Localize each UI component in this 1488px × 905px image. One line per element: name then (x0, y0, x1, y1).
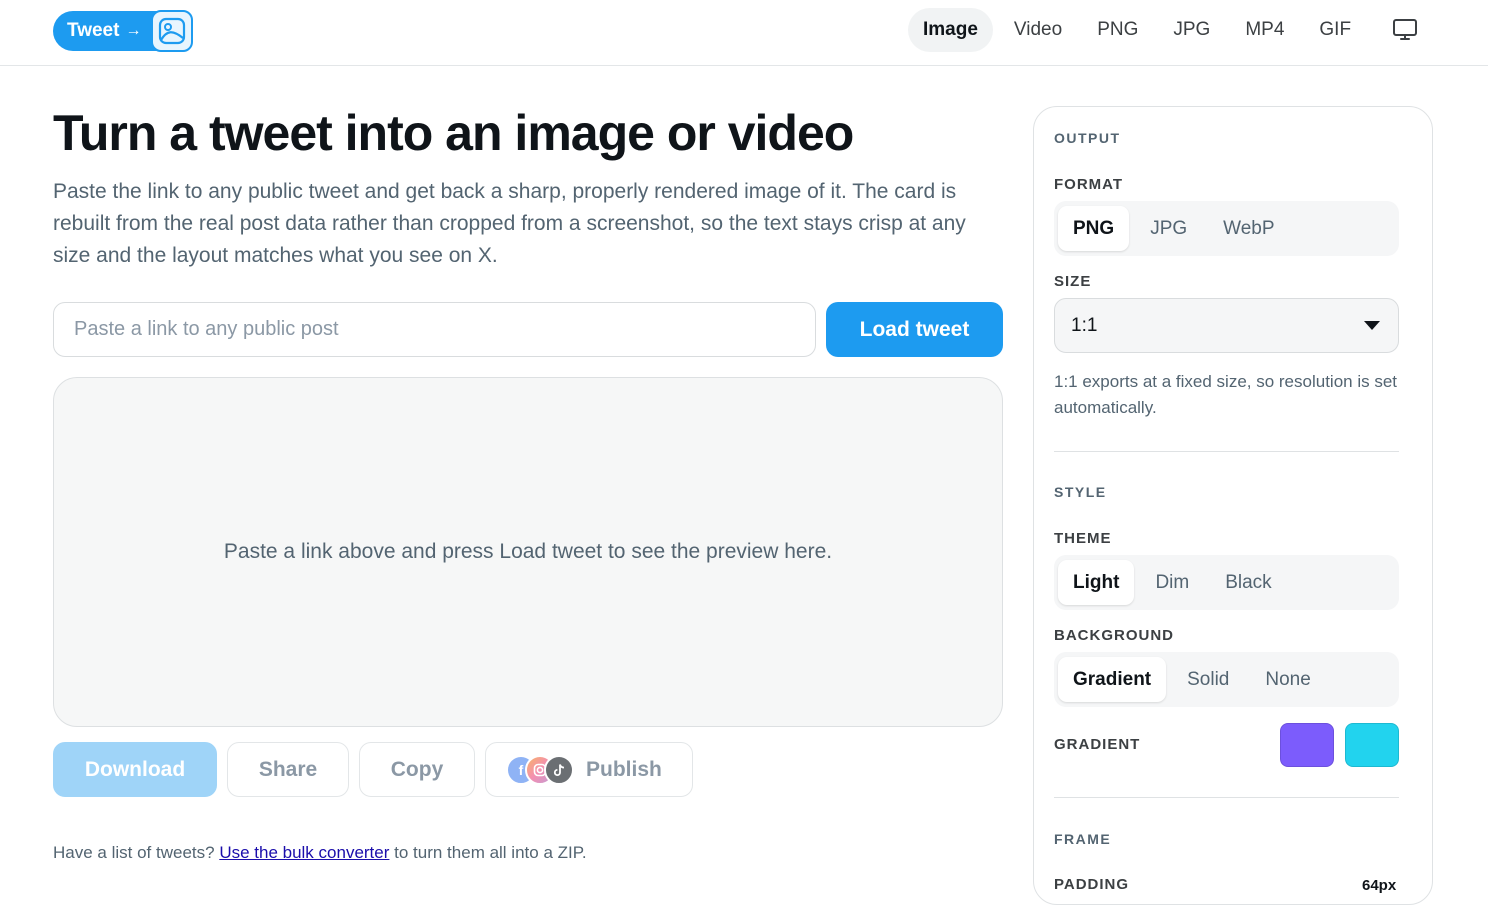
logo[interactable]: Tweet → (53, 10, 194, 52)
format-option-webp[interactable]: WebP (1208, 206, 1289, 251)
section-style: STYLE (1054, 484, 1107, 500)
monitor-icon[interactable] (1392, 18, 1418, 42)
size-select[interactable]: 1:1 (1054, 298, 1399, 353)
divider (1054, 797, 1399, 798)
nav-mp4[interactable]: MP4 (1231, 8, 1298, 52)
preview-placeholder: Paste a link above and press Load tweet … (223, 540, 833, 563)
theme-option-dim[interactable]: Dim (1140, 560, 1204, 605)
main-nav: Image Video PNG JPG MP4 GIF (908, 8, 1372, 52)
theme-selector: Light Dim Black (1054, 555, 1399, 610)
size-label: SIZE (1054, 273, 1092, 290)
preview-area: Paste a link above and press Load tweet … (53, 377, 1003, 727)
share-button[interactable]: Share (227, 742, 349, 797)
background-option-gradient[interactable]: Gradient (1058, 657, 1167, 702)
format-label: FORMAT (1054, 176, 1124, 193)
tweet-url-input[interactable] (53, 302, 816, 357)
copy-button[interactable]: Copy (359, 742, 475, 797)
nav-video[interactable]: Video (1000, 8, 1076, 52)
divider (1054, 451, 1399, 452)
gradient-start-swatch[interactable] (1280, 723, 1334, 767)
background-label: BACKGROUND (1054, 627, 1174, 644)
logo-text: Tweet (67, 20, 120, 41)
download-button[interactable]: Download (53, 742, 217, 797)
format-selector: PNG JPG WebP (1054, 201, 1399, 256)
background-selector: Gradient Solid None (1054, 652, 1399, 707)
format-option-jpg[interactable]: JPG (1135, 206, 1202, 251)
size-hint: 1:1 exports at a fixed size, so resoluti… (1054, 372, 1398, 417)
load-tweet-button[interactable]: Load tweet (826, 302, 1003, 357)
bulk-footnote: Have a list of tweets? Use the bulk conv… (53, 843, 587, 863)
top-bar: Tweet → Image Video PNG JPG MP4 GIF (0, 0, 1488, 66)
background-option-none[interactable]: None (1250, 657, 1325, 702)
image-icon (151, 10, 194, 52)
arrow-right-icon: → (125, 22, 142, 39)
footnote-before: Have a list of tweets? (53, 843, 215, 862)
theme-option-light[interactable]: Light (1058, 560, 1135, 605)
nav-gif[interactable]: GIF (1305, 8, 1365, 52)
nav-jpg[interactable]: JPG (1159, 8, 1224, 52)
publish-button[interactable]: f Publish (485, 742, 693, 797)
theme-label: THEME (1054, 530, 1112, 547)
nav-image[interactable]: Image (908, 8, 993, 52)
background-option-solid[interactable]: Solid (1172, 657, 1244, 702)
nav-png[interactable]: PNG (1083, 8, 1152, 52)
gradient-label: GRADIENT (1054, 736, 1141, 753)
padding-label: PADDING (1054, 876, 1130, 893)
section-output: OUTPUT (1054, 130, 1121, 146)
tiktok-icon (544, 754, 574, 785)
page-title: Turn a tweet into an image or video (53, 105, 854, 161)
page-description: Paste the link to any public tweet and g… (53, 180, 966, 267)
format-option-png[interactable]: PNG (1058, 206, 1130, 251)
bulk-converter-link[interactable]: Use the bulk converter (219, 843, 389, 862)
footnote-after: to turn them all into a ZIP. (394, 843, 587, 862)
settings-panel: OUTPUT FORMAT PNG JPG WebP SIZE 1:1 1:1 … (1033, 106, 1433, 905)
publish-label: Publish (586, 757, 662, 781)
theme-option-black[interactable]: Black (1210, 560, 1286, 605)
size-value: 1:1 (1071, 314, 1098, 336)
chevron-down-icon (1364, 321, 1380, 330)
gradient-end-swatch[interactable] (1345, 723, 1399, 767)
padding-value: 64px (1362, 877, 1397, 894)
section-frame: FRAME (1054, 831, 1112, 847)
